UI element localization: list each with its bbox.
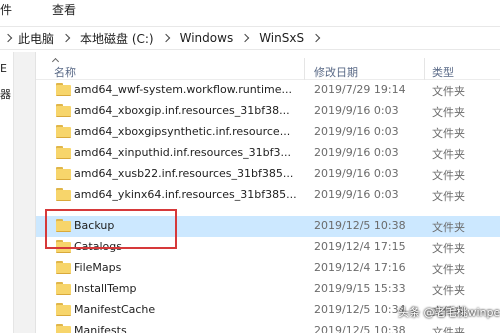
file-type: 文件夹	[432, 169, 465, 182]
folder-icon	[56, 303, 71, 316]
highlight-annotation-box	[45, 209, 177, 249]
file-name: amd64_xinputhid.inf.resources_31bf3...	[74, 146, 291, 159]
breadcrumb-root-chevron-icon[interactable]	[0, 27, 18, 49]
file-date: 2019/12/5 10:34	[314, 303, 406, 316]
folder-icon	[56, 146, 71, 159]
folder-icon	[56, 188, 71, 201]
file-type: 文件夹	[432, 221, 465, 234]
file-name: amd64_wwf-system.workflow.runtime...	[74, 83, 293, 96]
column-divider[interactable]	[304, 58, 305, 80]
chevron-right-icon[interactable]	[162, 27, 172, 49]
folder-icon	[56, 83, 71, 96]
menu-item-file[interactable]: 件	[0, 1, 12, 18]
file-type: 文件夹	[432, 242, 465, 255]
list-item[interactable]: Manifests 2019/12/5 10:38 文件夹	[36, 321, 500, 333]
file-date: 2019/9/15 15:33	[314, 282, 406, 295]
file-type: 文件夹	[432, 263, 465, 276]
folder-icon	[56, 282, 71, 295]
file-type: 文件夹	[432, 127, 465, 140]
file-name: FileMaps	[74, 261, 122, 274]
file-name: Manifests	[74, 324, 127, 333]
column-divider[interactable]	[424, 58, 425, 80]
file-date: 2019/9/16 0:03	[314, 167, 399, 180]
file-name: amd64_ykinx64.inf.resources_31bf385...	[74, 188, 297, 201]
chevron-right-icon[interactable]	[62, 27, 72, 49]
folder-icon	[56, 125, 71, 138]
watermark: 头条 @老毛桃winpe	[398, 306, 500, 319]
column-header-row: 名称 修改日期 类型	[36, 58, 500, 80]
menu-item-view[interactable]: 查看	[52, 1, 76, 18]
file-type: 文件夹	[432, 106, 465, 119]
breadcrumb-local-disk[interactable]: 本地磁盘 (C:)	[80, 30, 154, 47]
list-item[interactable]: amd64_xusb22.inf.resources_31bf385... 20…	[36, 164, 500, 185]
list-item[interactable]: amd64_xinputhid.inf.resources_31bf3... 2…	[36, 143, 500, 164]
column-header-type[interactable]: 类型	[432, 64, 454, 80]
folder-icon	[56, 261, 71, 274]
list-item[interactable]: amd64_xboxgipsynthetic.inf.resource... 2…	[36, 122, 500, 143]
list-item[interactable]: amd64_ykinx64.inf.resources_31bf385... 2…	[36, 185, 500, 206]
list-item[interactable]: FileMaps 2019/12/4 17:16 文件夹	[36, 258, 500, 279]
file-name: amd64_xboxgipsynthetic.inf.resource...	[74, 125, 291, 138]
list-item[interactable]: amd64_xboxgip.inf.resources_31bf38... 20…	[36, 101, 500, 122]
menu-strip: 件 查看	[0, 0, 500, 22]
file-date: 2019/9/16 0:03	[314, 146, 399, 159]
file-date: 2019/12/4 17:16	[314, 261, 406, 274]
file-date: 2019/9/16 0:03	[314, 104, 399, 117]
navigation-pane[interactable]: E 器	[0, 52, 14, 333]
breadcrumb-winsxs[interactable]: WinSxS	[259, 31, 304, 45]
file-date: 2019/9/16 0:03	[314, 125, 399, 138]
file-type: 文件夹	[432, 148, 465, 161]
file-name: amd64_xboxgip.inf.resources_31bf38...	[74, 104, 290, 117]
folder-icon	[56, 104, 71, 117]
file-type: 文件夹	[432, 85, 465, 98]
file-date: 2019/7/29 19:14	[314, 83, 406, 96]
file-date: 2019/12/4 17:15	[314, 240, 406, 253]
file-type: 文件夹	[432, 190, 465, 203]
column-header-date[interactable]: 修改日期	[314, 64, 358, 80]
folder-icon	[56, 167, 71, 180]
file-type: 文件夹	[432, 326, 465, 333]
column-header-name[interactable]: 名称	[54, 64, 76, 80]
breadcrumb-this-pc[interactable]: 此电脑	[18, 30, 54, 47]
nav-pane-text: E	[0, 62, 7, 75]
address-bar[interactable]: 此电脑 本地磁盘 (C:) Windows WinSxS	[0, 26, 500, 50]
list-item[interactable]: InstallTemp 2019/9/15 15:33 文件夹	[36, 279, 500, 300]
file-date: 2019/12/5 10:38	[314, 324, 406, 333]
file-date: 2019/12/5 10:38	[314, 219, 406, 232]
file-name: ManifestCache	[74, 303, 156, 316]
breadcrumb-windows[interactable]: Windows	[180, 31, 234, 45]
file-type: 文件夹	[432, 284, 465, 297]
folder-icon	[56, 324, 71, 333]
pane-divider[interactable]	[14, 52, 36, 333]
file-name: amd64_xusb22.inf.resources_31bf385...	[74, 167, 294, 180]
file-list[interactable]: 名称 修改日期 类型 amd64_wwf-system.workflow.run…	[36, 52, 500, 333]
nav-pane-text: 器	[0, 88, 11, 101]
file-name: InstallTemp	[74, 282, 137, 295]
chevron-right-icon[interactable]	[241, 27, 251, 49]
list-item[interactable]: amd64_wwf-system.workflow.runtime... 201…	[36, 80, 500, 101]
file-date: 2019/9/16 0:03	[314, 188, 399, 201]
chevron-right-icon[interactable]	[312, 27, 322, 49]
